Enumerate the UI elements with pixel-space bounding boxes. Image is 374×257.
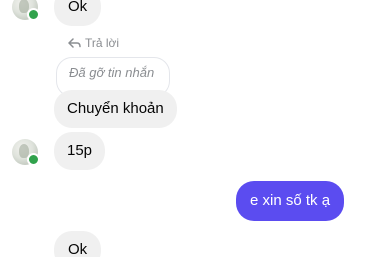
message-text: Chuyển khoản — [67, 100, 164, 117]
received-message[interactable]: Ok — [54, 0, 102, 26]
message-text: e xin số tk ạ — [250, 192, 331, 209]
message-text: Ok — [68, 241, 88, 257]
message-text: 15p — [67, 142, 93, 159]
received-message[interactable]: Ok — [54, 231, 102, 257]
message-text: Ok — [68, 0, 88, 15]
contact-avatar[interactable] — [12, 139, 40, 166]
received-message[interactable]: Chuyển khoản — [54, 90, 177, 128]
chat-thread: Ok Trả lời Đã gỡ tin nhắn Chuyển khoản 1… — [0, 0, 374, 257]
reply-indicator: Trả lời — [68, 36, 119, 50]
sent-message[interactable]: e xin số tk ạ — [236, 181, 345, 221]
received-message[interactable]: 15p — [54, 132, 106, 170]
online-status-icon — [27, 8, 40, 21]
removed-message-text: Đã gỡ tin nhắn — [69, 65, 155, 80]
reply-label: Trả lời — [85, 36, 120, 50]
contact-avatar[interactable] — [12, 0, 40, 21]
online-status-icon — [27, 153, 40, 166]
reply-arrow-icon — [68, 38, 81, 48]
